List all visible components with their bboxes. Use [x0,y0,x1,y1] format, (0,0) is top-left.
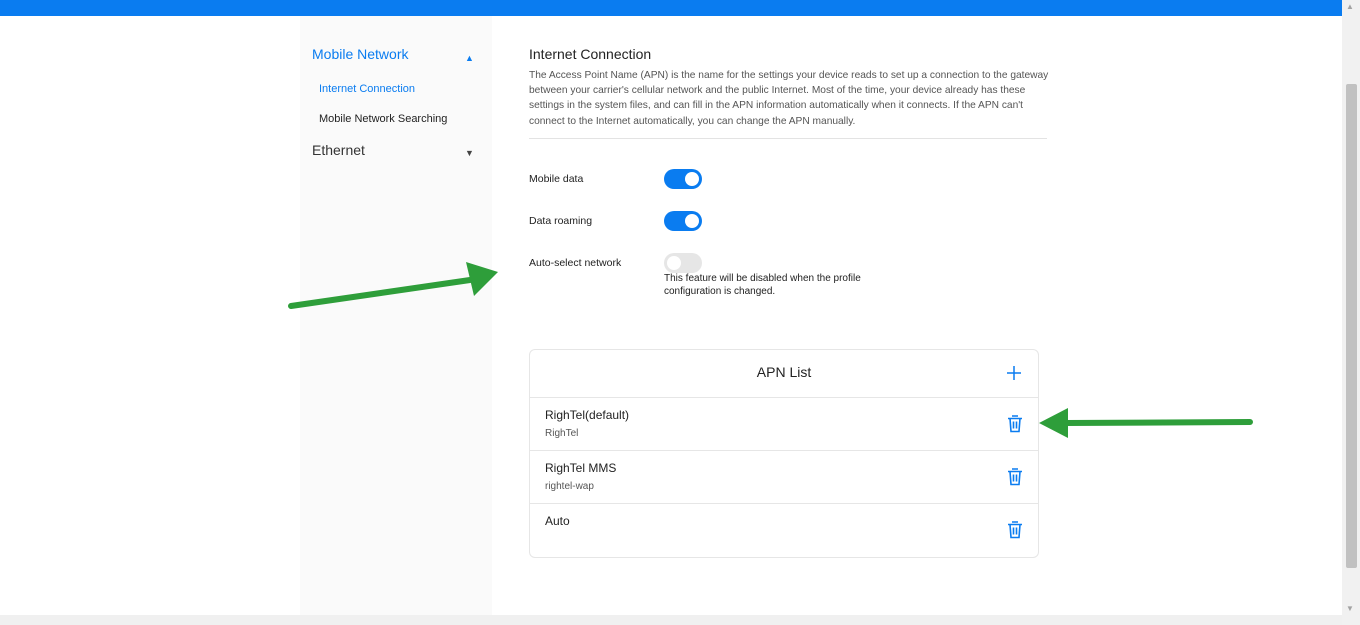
scroll-up-icon[interactable]: ▲ [1346,2,1354,11]
annotation-arrow-right [1039,408,1253,438]
bottom-bar [0,615,1342,625]
annotation-arrow-left [288,262,498,309]
scroll-down-icon[interactable]: ▼ [1346,604,1354,613]
scrollbar-thumb[interactable] [1346,84,1357,568]
annotation-arrows [288,262,1253,438]
